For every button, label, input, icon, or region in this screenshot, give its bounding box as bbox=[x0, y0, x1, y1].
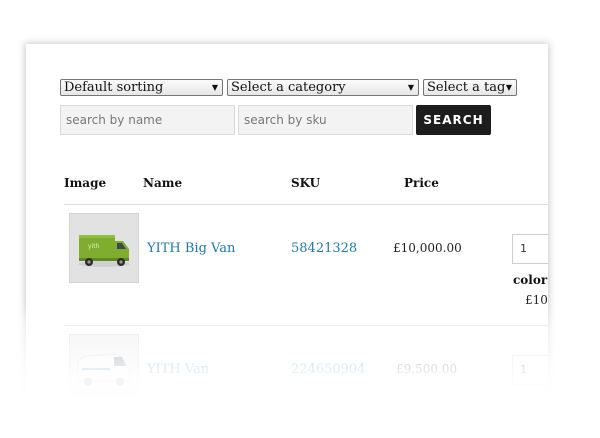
search-name-input[interactable]: search by name bbox=[60, 105, 235, 135]
header-sku[interactable]: SKU bbox=[291, 176, 320, 190]
product-image-van[interactable] bbox=[69, 334, 139, 404]
product-sku-link[interactable]: 224650904 bbox=[291, 362, 365, 377]
header-price[interactable]: Price bbox=[404, 176, 439, 190]
quantity-input[interactable]: 1 bbox=[512, 355, 548, 385]
product-table-card: Default sorting ▼ Select a category ▼ Se… bbox=[26, 44, 548, 404]
chevron-down-icon: ▼ bbox=[211, 83, 218, 92]
product-sku-link[interactable]: 58421328 bbox=[291, 241, 357, 256]
tag-select[interactable]: Select a tag ▼ bbox=[423, 79, 517, 96]
tag-select-value: Select a tag bbox=[427, 80, 506, 95]
search-name-placeholder: search by name bbox=[66, 113, 163, 127]
attribute-label: color bbox=[513, 273, 548, 287]
header-name[interactable]: Name bbox=[143, 176, 182, 190]
category-select[interactable]: Select a category ▼ bbox=[227, 79, 419, 96]
quantity-input[interactable]: 1 bbox=[512, 234, 548, 264]
product-price: £10,000.00 bbox=[393, 241, 462, 255]
chevron-down-icon: ▼ bbox=[505, 83, 512, 92]
van-image bbox=[77, 353, 131, 386]
van-image: yith bbox=[78, 235, 130, 267]
product-name-link[interactable]: YITH Big Van bbox=[147, 241, 235, 256]
chevron-down-icon: ▼ bbox=[407, 83, 414, 92]
header-divider bbox=[64, 204, 548, 205]
category-select-value: Select a category bbox=[231, 80, 346, 95]
attribute-price: £10 bbox=[525, 293, 548, 307]
search-sku-placeholder: search by sku bbox=[244, 113, 327, 127]
product-name-link[interactable]: YITH Van bbox=[147, 362, 209, 377]
sorting-select-value: Default sorting bbox=[64, 80, 164, 95]
row-divider bbox=[64, 325, 548, 326]
sorting-select[interactable]: Default sorting ▼ bbox=[60, 79, 223, 96]
product-price: £9,500.00 bbox=[396, 362, 458, 376]
svg-text:yith: yith bbox=[88, 243, 100, 250]
search-sku-input[interactable]: search by sku bbox=[238, 105, 413, 135]
header-image: Image bbox=[64, 176, 107, 190]
product-image-big-van[interactable]: yith bbox=[69, 213, 139, 283]
search-button[interactable]: SEARCH bbox=[416, 105, 491, 135]
